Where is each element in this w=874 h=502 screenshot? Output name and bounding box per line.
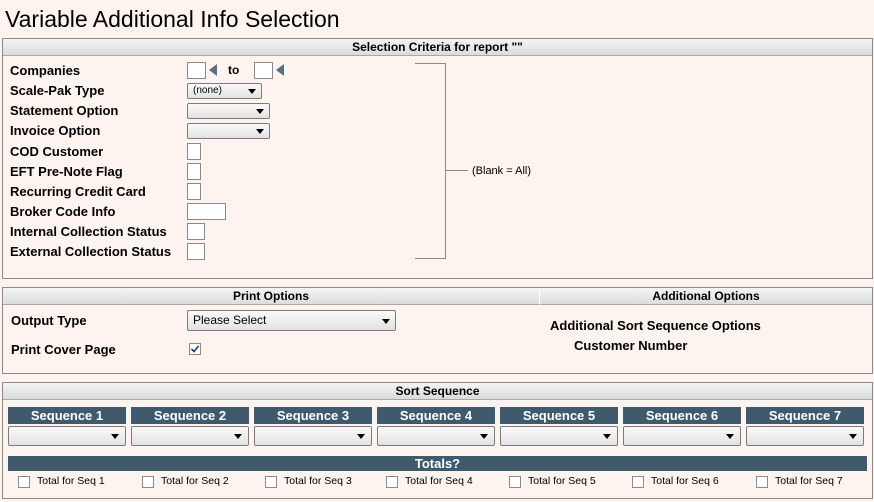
total-seq-7-checkbox[interactable] (756, 476, 768, 488)
print-cover-page-checkbox[interactable] (189, 343, 201, 355)
bracket-divider (415, 63, 446, 259)
additional-sort-value: Customer Number (574, 338, 688, 353)
statement-option-label: Statement Option (10, 103, 119, 118)
total-seq-3-label: Total for Seq 3 (284, 475, 352, 487)
chevron-down-icon (726, 434, 734, 439)
companies-to-lookup-icon[interactable] (276, 64, 284, 76)
recurring-credit-card-input[interactable] (187, 183, 201, 200)
blank-all-note: (Blank = All) (472, 165, 531, 177)
output-type-select[interactable]: Please Select (187, 310, 396, 331)
sequence-5-header: Sequence 5 (500, 407, 618, 424)
statement-option-select[interactable] (187, 103, 270, 119)
external-collection-input[interactable] (187, 243, 205, 260)
sequence-2-select[interactable] (131, 426, 249, 446)
eft-prenote-label: EFT Pre-Note Flag (10, 164, 123, 179)
print-options-title: Print Options (233, 289, 309, 303)
total-seq-1-label: Total for Seq 1 (37, 475, 105, 487)
chevron-down-icon (248, 89, 256, 94)
output-type-label: Output Type (11, 313, 87, 328)
sequence-3-select[interactable] (254, 426, 372, 446)
internal-collection-label: Internal Collection Status (10, 224, 167, 239)
print-options-header: Print Options (3, 288, 539, 305)
total-seq-5-label: Total for Seq 5 (528, 475, 596, 487)
additional-options-header: Additional Options (539, 288, 872, 305)
recurring-credit-card-label: Recurring Credit Card (10, 184, 146, 199)
chevron-down-icon (234, 434, 242, 439)
chevron-down-icon (256, 129, 264, 134)
total-seq-6-label: Total for Seq 6 (651, 475, 719, 487)
chevron-down-icon (111, 434, 119, 439)
total-seq-2-label: Total for Seq 2 (161, 475, 229, 487)
companies-label: Companies (10, 63, 81, 78)
total-seq-4-checkbox[interactable] (386, 476, 398, 488)
total-seq-5-checkbox[interactable] (509, 476, 521, 488)
broker-code-label: Broker Code Info (10, 204, 116, 219)
sequence-4-header: Sequence 4 (377, 407, 495, 424)
companies-to-input[interactable] (254, 62, 273, 79)
additional-options-title: Additional Options (652, 289, 760, 303)
cod-customer-label: COD Customer (10, 144, 104, 159)
sequence-1-header: Sequence 1 (8, 407, 126, 424)
cod-customer-input[interactable] (187, 143, 201, 160)
invoice-option-label: Invoice Option (10, 123, 101, 138)
chevron-down-icon (849, 434, 857, 439)
chevron-down-icon (603, 434, 611, 439)
scale-pak-label: Scale-Pak Type (10, 83, 105, 98)
scale-pak-select[interactable]: (none) (187, 83, 262, 99)
sequence-1-select[interactable] (8, 426, 126, 446)
sort-sequence-header: Sort Sequence (3, 383, 872, 400)
companies-from-lookup-icon[interactable] (209, 64, 217, 76)
chevron-down-icon (382, 319, 390, 324)
companies-from-input[interactable] (187, 62, 206, 79)
additional-sort-title: Additional Sort Sequence Options (550, 318, 761, 333)
sequence-6-header: Sequence 6 (623, 407, 741, 424)
sequence-3-header: Sequence 3 (254, 407, 372, 424)
total-seq-6-checkbox[interactable] (632, 476, 644, 488)
print-cover-page-label: Print Cover Page (11, 342, 116, 357)
eft-prenote-input[interactable] (187, 163, 201, 180)
chevron-down-icon (480, 434, 488, 439)
checkmark-icon (190, 345, 200, 353)
sequence-5-select[interactable] (500, 426, 618, 446)
total-seq-7-label: Total for Seq 7 (775, 475, 843, 487)
page-title: Variable Additional Info Selection (5, 6, 340, 32)
chevron-down-icon (256, 109, 264, 114)
total-seq-2-checkbox[interactable] (142, 476, 154, 488)
selection-criteria-header: Selection Criteria for report "" (3, 39, 872, 56)
scale-pak-value: (none) (193, 85, 222, 96)
sequence-7-header: Sequence 7 (746, 407, 864, 424)
sequence-6-select[interactable] (623, 426, 741, 446)
total-seq-4-label: Total for Seq 4 (405, 475, 473, 487)
internal-collection-input[interactable] (187, 223, 205, 240)
chevron-down-icon (357, 434, 365, 439)
output-type-value: Please Select (193, 313, 267, 327)
total-seq-3-checkbox[interactable] (265, 476, 277, 488)
invoice-option-select[interactable] (187, 123, 270, 139)
bracket-connector (446, 170, 468, 171)
external-collection-label: External Collection Status (10, 244, 172, 259)
total-seq-1-checkbox[interactable] (18, 476, 30, 488)
sequence-4-select[interactable] (377, 426, 495, 446)
broker-code-input[interactable] (187, 203, 226, 220)
sequence-2-header: Sequence 2 (131, 407, 249, 424)
totals-header: Totals? (8, 456, 867, 471)
sequence-7-select[interactable] (746, 426, 864, 446)
companies-to-label: to (228, 63, 240, 77)
